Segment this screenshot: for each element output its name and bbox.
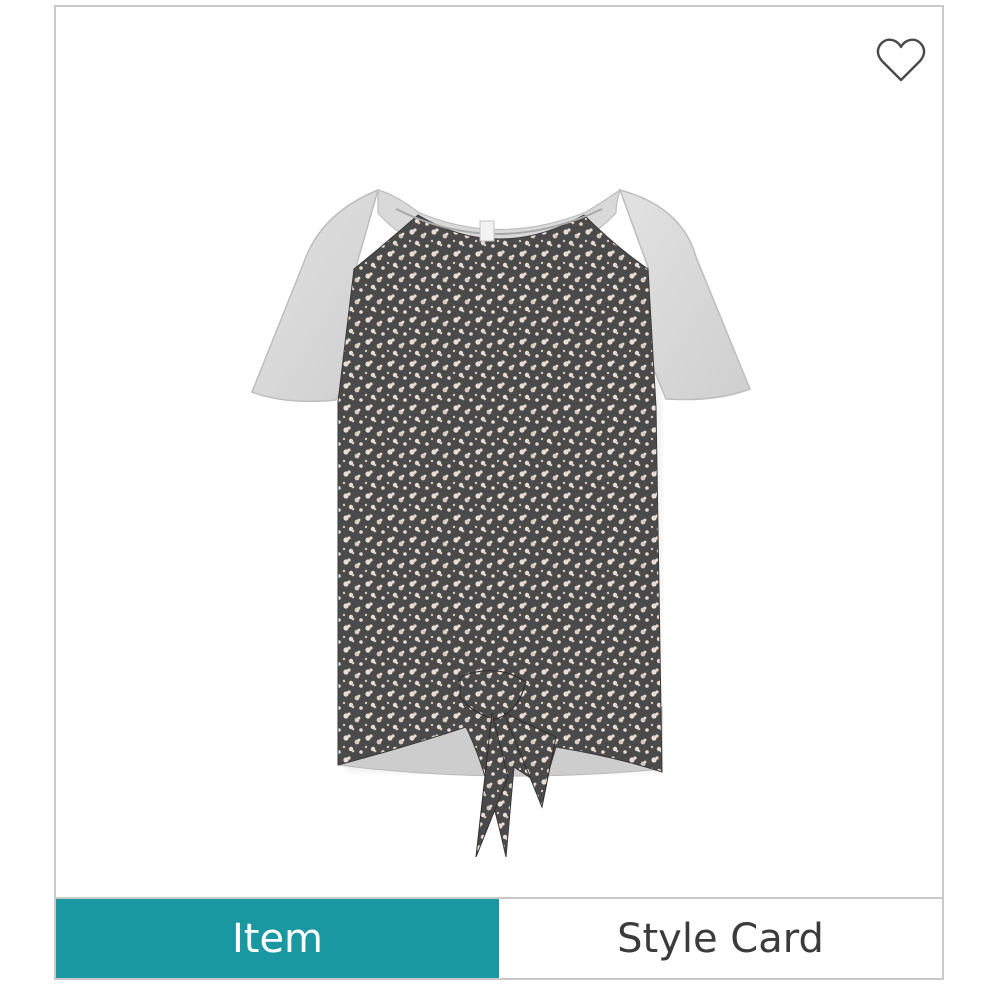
product-image [251,188,751,858]
tab-style-card-label: Style Card [617,915,824,962]
product-card: Item Style Card [54,5,944,980]
tab-style-card[interactable]: Style Card [499,899,942,978]
tab-item[interactable]: Item [56,899,499,978]
heart-outline-icon [876,38,926,82]
tab-item-label: Item [231,915,324,962]
favorite-button[interactable] [874,35,928,85]
tab-bar: Item Style Card [56,897,942,978]
product-image-area [56,7,942,897]
